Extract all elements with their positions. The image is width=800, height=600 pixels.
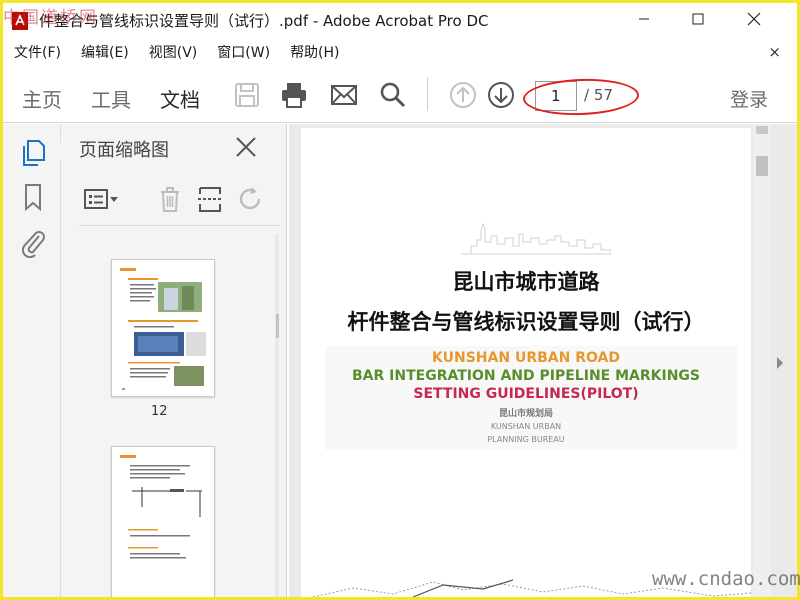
en-title-line3: SETTING GUIDELINES(PILOT) bbox=[413, 386, 639, 402]
bureau-name-en-line2: PLANNING BUREAU bbox=[487, 435, 565, 444]
expand-right-arrow-icon[interactable] bbox=[777, 357, 783, 369]
tab-tools[interactable]: 工具 bbox=[91, 84, 131, 113]
minimize-button[interactable] bbox=[621, 3, 667, 35]
toolbar: 主页 工具 文档 1 / 57 登录 bbox=[3, 65, 797, 123]
bookmark-icon[interactable] bbox=[19, 182, 47, 212]
page-thumbnails-panel: 页面缩略图 12 bbox=[52, 124, 287, 597]
panel-pointer bbox=[52, 142, 61, 160]
skyline-graphic bbox=[461, 222, 611, 255]
document-scrollbar[interactable] bbox=[753, 124, 771, 597]
menu-edit[interactable]: 编辑(E) bbox=[70, 42, 138, 62]
cn-title-line1: 昆山市城市道路 bbox=[452, 270, 600, 294]
watermark-bottom-right: www.cndao.com bbox=[652, 568, 800, 590]
thumbnail-content bbox=[120, 455, 202, 559]
bureau-name-cn: 昆山市规划局 bbox=[498, 409, 553, 419]
prev-page-icon[interactable] bbox=[449, 81, 477, 109]
search-icon[interactable] bbox=[379, 81, 407, 109]
extract-page-icon[interactable] bbox=[195, 184, 225, 214]
close-icon bbox=[747, 12, 761, 26]
close-icon[interactable] bbox=[233, 134, 259, 160]
left-rail bbox=[3, 124, 61, 597]
close-window-button[interactable] bbox=[731, 3, 777, 35]
tab-document[interactable]: 文档 bbox=[160, 84, 200, 113]
en-title-line2: BAR INTEGRATION AND PIPELINE MARKINGS bbox=[352, 368, 700, 384]
title-bar: 件整合与管线标识设置导则（试行）.pdf - Adobe Acrobat Pro… bbox=[3, 3, 797, 37]
next-page-icon[interactable] bbox=[487, 81, 515, 109]
login-link[interactable]: 登录 bbox=[730, 85, 768, 112]
thumbnail-scroll-thumb[interactable] bbox=[276, 314, 279, 338]
page-thumbnail-next[interactable] bbox=[111, 446, 215, 597]
panel-title: 页面缩略图 bbox=[79, 140, 169, 161]
doc-scroll-up-button[interactable] bbox=[756, 126, 768, 134]
minimize-icon bbox=[639, 18, 649, 20]
document-page: 昆山市城市道路 杆件整合与管线标识设置导则（试行） KUNSHAN URBAN … bbox=[301, 128, 763, 597]
delete-page-icon[interactable] bbox=[155, 184, 185, 214]
thumbnail-label-12: 12 bbox=[151, 404, 168, 419]
thumbnail-list: 12 bbox=[79, 234, 279, 597]
save-icon[interactable] bbox=[233, 81, 261, 109]
doc-scroll-thumb[interactable] bbox=[756, 156, 768, 176]
thumbnail-content bbox=[120, 268, 206, 390]
window-title: 件整合与管线标识设置导则（试行）.pdf - Adobe Acrobat Pro… bbox=[39, 12, 489, 30]
panel-toolbar bbox=[79, 176, 279, 226]
watermark-top-left: 中国道桥网 bbox=[3, 8, 98, 28]
menu-view[interactable]: 视图(V) bbox=[138, 42, 207, 62]
tab-home[interactable]: 主页 bbox=[22, 84, 62, 113]
menu-bar: 文件(F) 编辑(E) 视图(V) 窗口(W) 帮助(H) × bbox=[3, 39, 797, 65]
menu-help[interactable]: 帮助(H) bbox=[279, 42, 348, 62]
bureau-name-en-line1: KUNSHAN URBAN bbox=[490, 422, 562, 431]
menu-file[interactable]: 文件(F) bbox=[3, 42, 70, 62]
menu-window[interactable]: 窗口(W) bbox=[206, 42, 279, 62]
thumbnail-options-icon[interactable] bbox=[83, 184, 119, 214]
page-thumbnail-12[interactable] bbox=[111, 259, 215, 397]
maximize-button[interactable] bbox=[675, 3, 721, 35]
close-document-button[interactable]: × bbox=[768, 43, 781, 61]
print-icon[interactable] bbox=[280, 81, 308, 109]
maximize-icon bbox=[692, 13, 704, 25]
acrobat-window: 件整合与管线标识设置导则（试行）.pdf - Adobe Acrobat Pro… bbox=[3, 3, 797, 597]
en-title-line1: KUNSHAN URBAN ROAD bbox=[432, 350, 620, 366]
toolbar-separator bbox=[427, 77, 428, 111]
thumbnail-scrollbar[interactable]: ▲ bbox=[275, 234, 279, 597]
page-thumbnails-icon[interactable] bbox=[19, 138, 47, 168]
document-viewer: 昆山市城市道路 杆件整合与管线标识设置导则（试行） KUNSHAN URBAN … bbox=[289, 124, 797, 597]
attachment-icon[interactable] bbox=[19, 228, 47, 258]
email-icon[interactable] bbox=[330, 81, 358, 109]
rotate-page-icon[interactable] bbox=[235, 184, 265, 214]
cn-title-line2: 杆件整合与管线标识设置导则（试行） bbox=[347, 310, 705, 334]
